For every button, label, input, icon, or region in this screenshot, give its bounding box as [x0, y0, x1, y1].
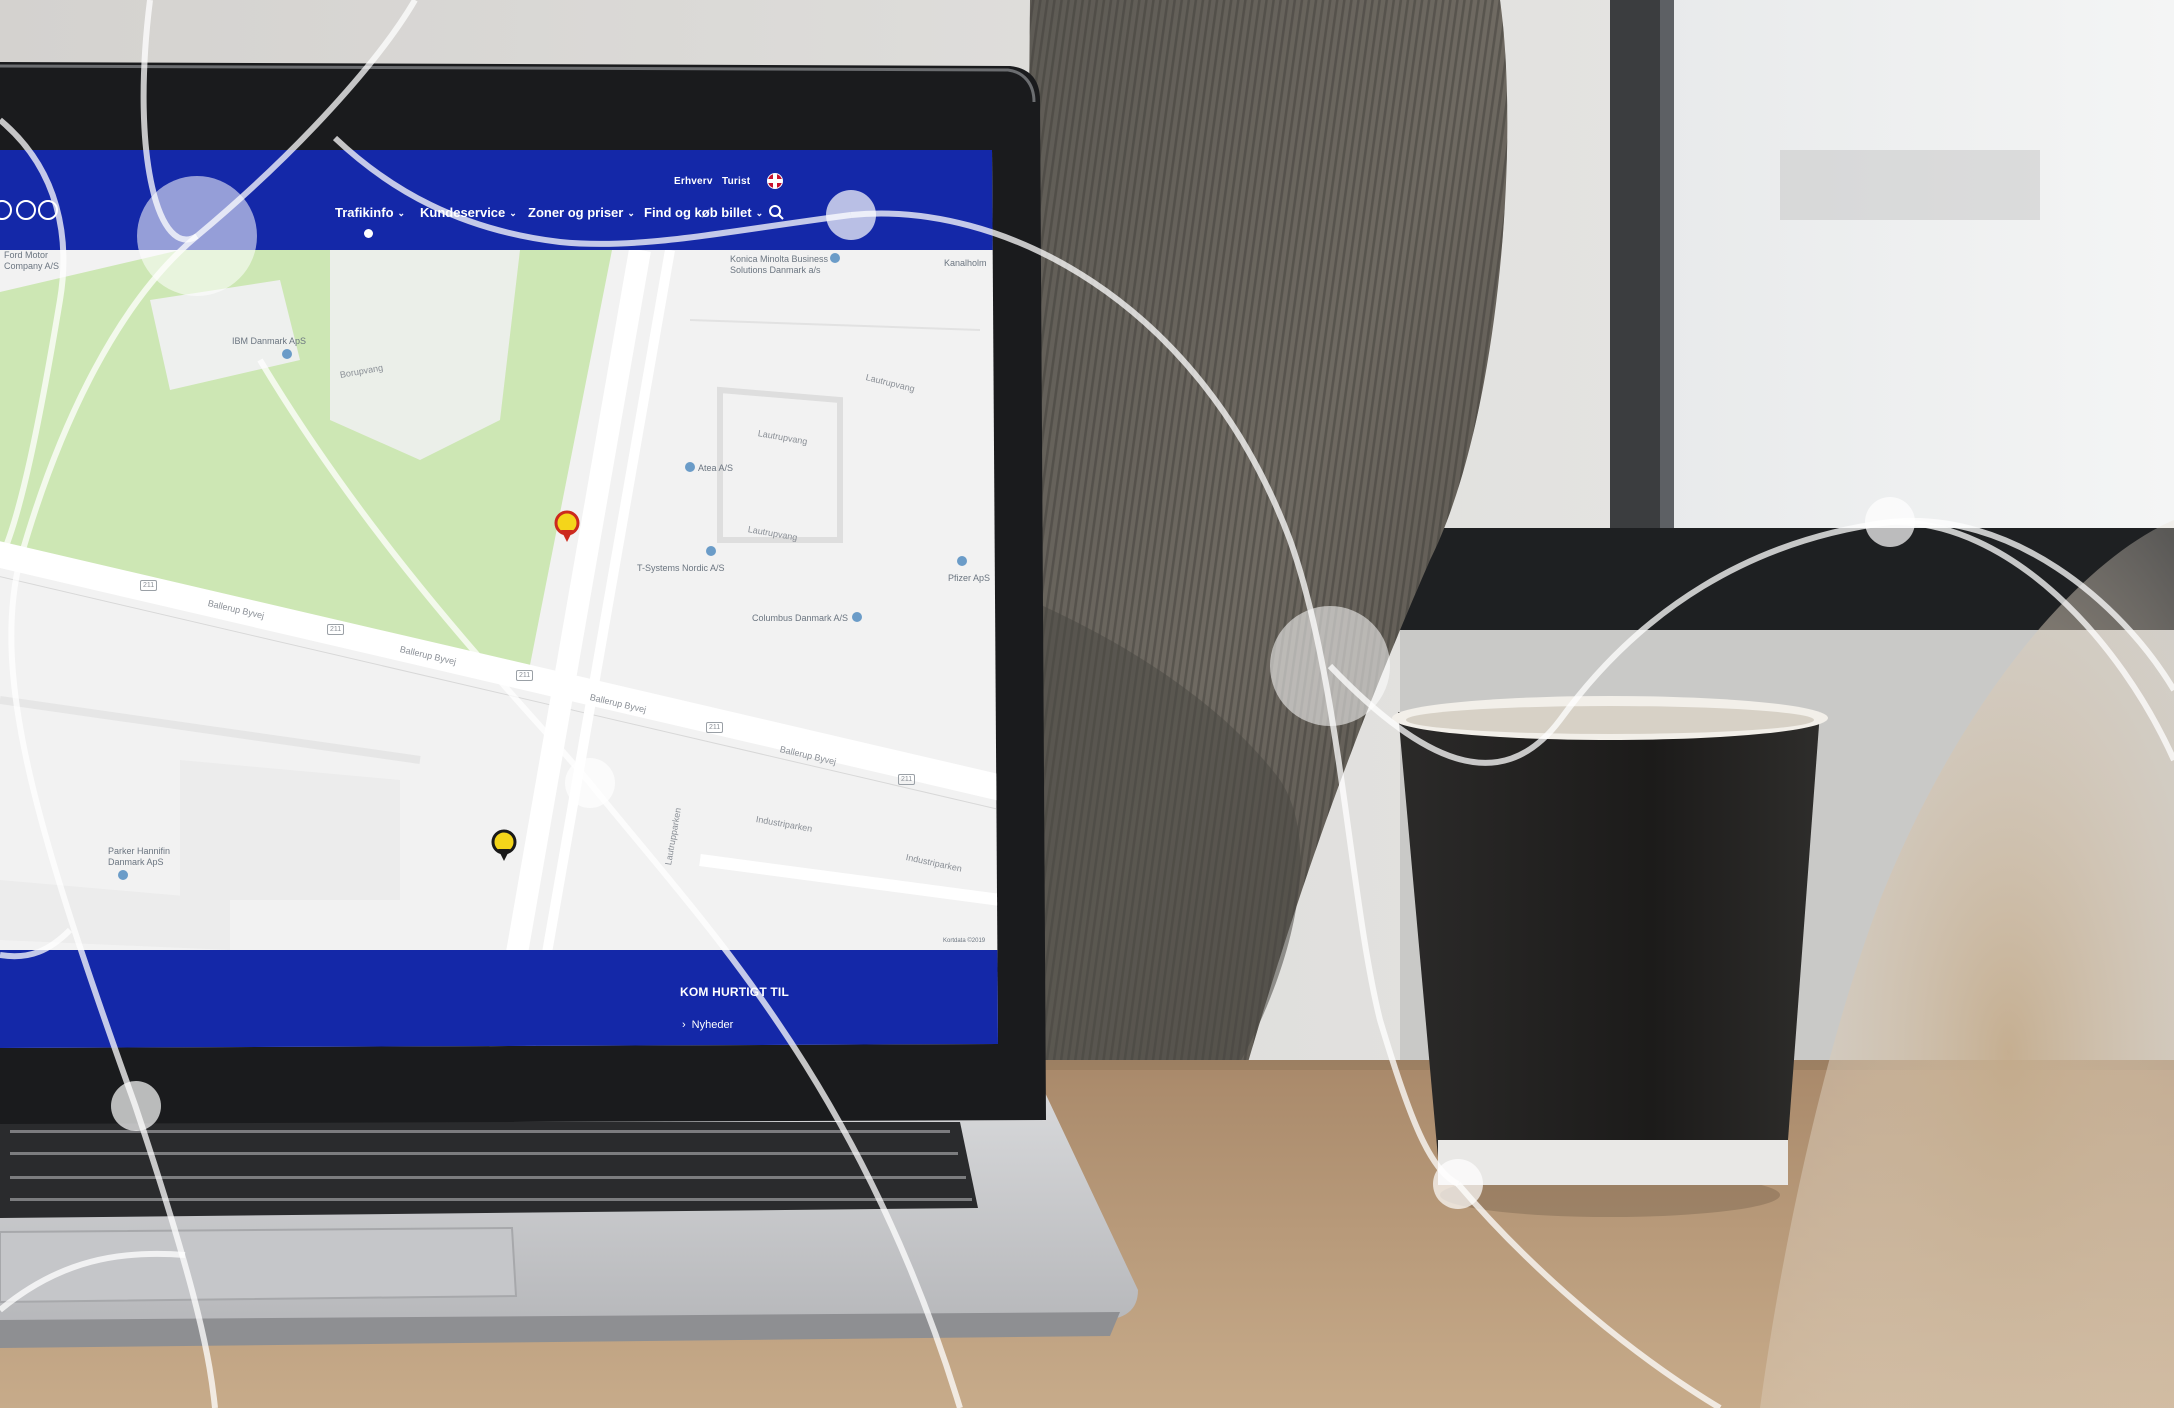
uk-flag-icon[interactable]: [767, 173, 783, 189]
route-number: 211: [516, 670, 534, 681]
utility-link-erhverv[interactable]: Erhverv: [674, 176, 713, 187]
photo-scene: Erhverv Turist Trafikinfo ⌄ Kundeservice ⌄…: [0, 0, 2174, 1408]
place-label: Columbus Danmark A/S: [752, 613, 849, 623]
chevron-down-icon: ⌄: [397, 208, 406, 218]
photo-background: [0, 0, 2174, 1408]
place-label: Ford Motor Company A/S: [4, 250, 60, 271]
place-label: Atea A/S: [698, 463, 734, 473]
chevron-down-icon: ⌄: [755, 208, 764, 218]
place-label: Kanalholm: [944, 258, 987, 268]
footer-link-nyheder[interactable]: › Nyheder: [682, 1019, 733, 1031]
place-label: Konica Minolta Business Solutions Danmar…: [730, 254, 829, 275]
route-number: 211: [706, 722, 724, 733]
map-attribution: Kortdata ©2019: [943, 938, 986, 944]
place-label: Pfizer ApS: [948, 573, 991, 583]
chevron-down-icon: ⌄: [509, 208, 517, 218]
utility-link-turist[interactable]: Turist: [722, 176, 750, 187]
route-number: 211: [327, 624, 345, 635]
chevron-down-icon: ⌄: [627, 208, 635, 218]
nav-item-kundeservice[interactable]: Kundeservice ⌄: [420, 205, 517, 220]
route-number: 211: [140, 580, 158, 591]
nav-item-trafikinfo[interactable]: Trafikinfo ⌄: [335, 205, 405, 220]
place-label: IBM Danmark ApS: [232, 336, 307, 346]
place-label: T-Systems Nordic A/S: [637, 563, 725, 573]
footer-heading: KOM HURTIGT TIL: [680, 985, 789, 999]
nav-active-indicator: [364, 229, 373, 238]
nav-item-find-og-koeb-billet[interactable]: Find og køb billet ⌄: [644, 205, 763, 220]
place-label: Parker Hannifin Danmark ApS: [108, 846, 171, 867]
route-number: 211: [898, 774, 916, 785]
chevron-right-icon: ›: [682, 1019, 686, 1031]
nav-item-zoner-og-priser[interactable]: Zoner og priser ⌄: [528, 205, 635, 220]
